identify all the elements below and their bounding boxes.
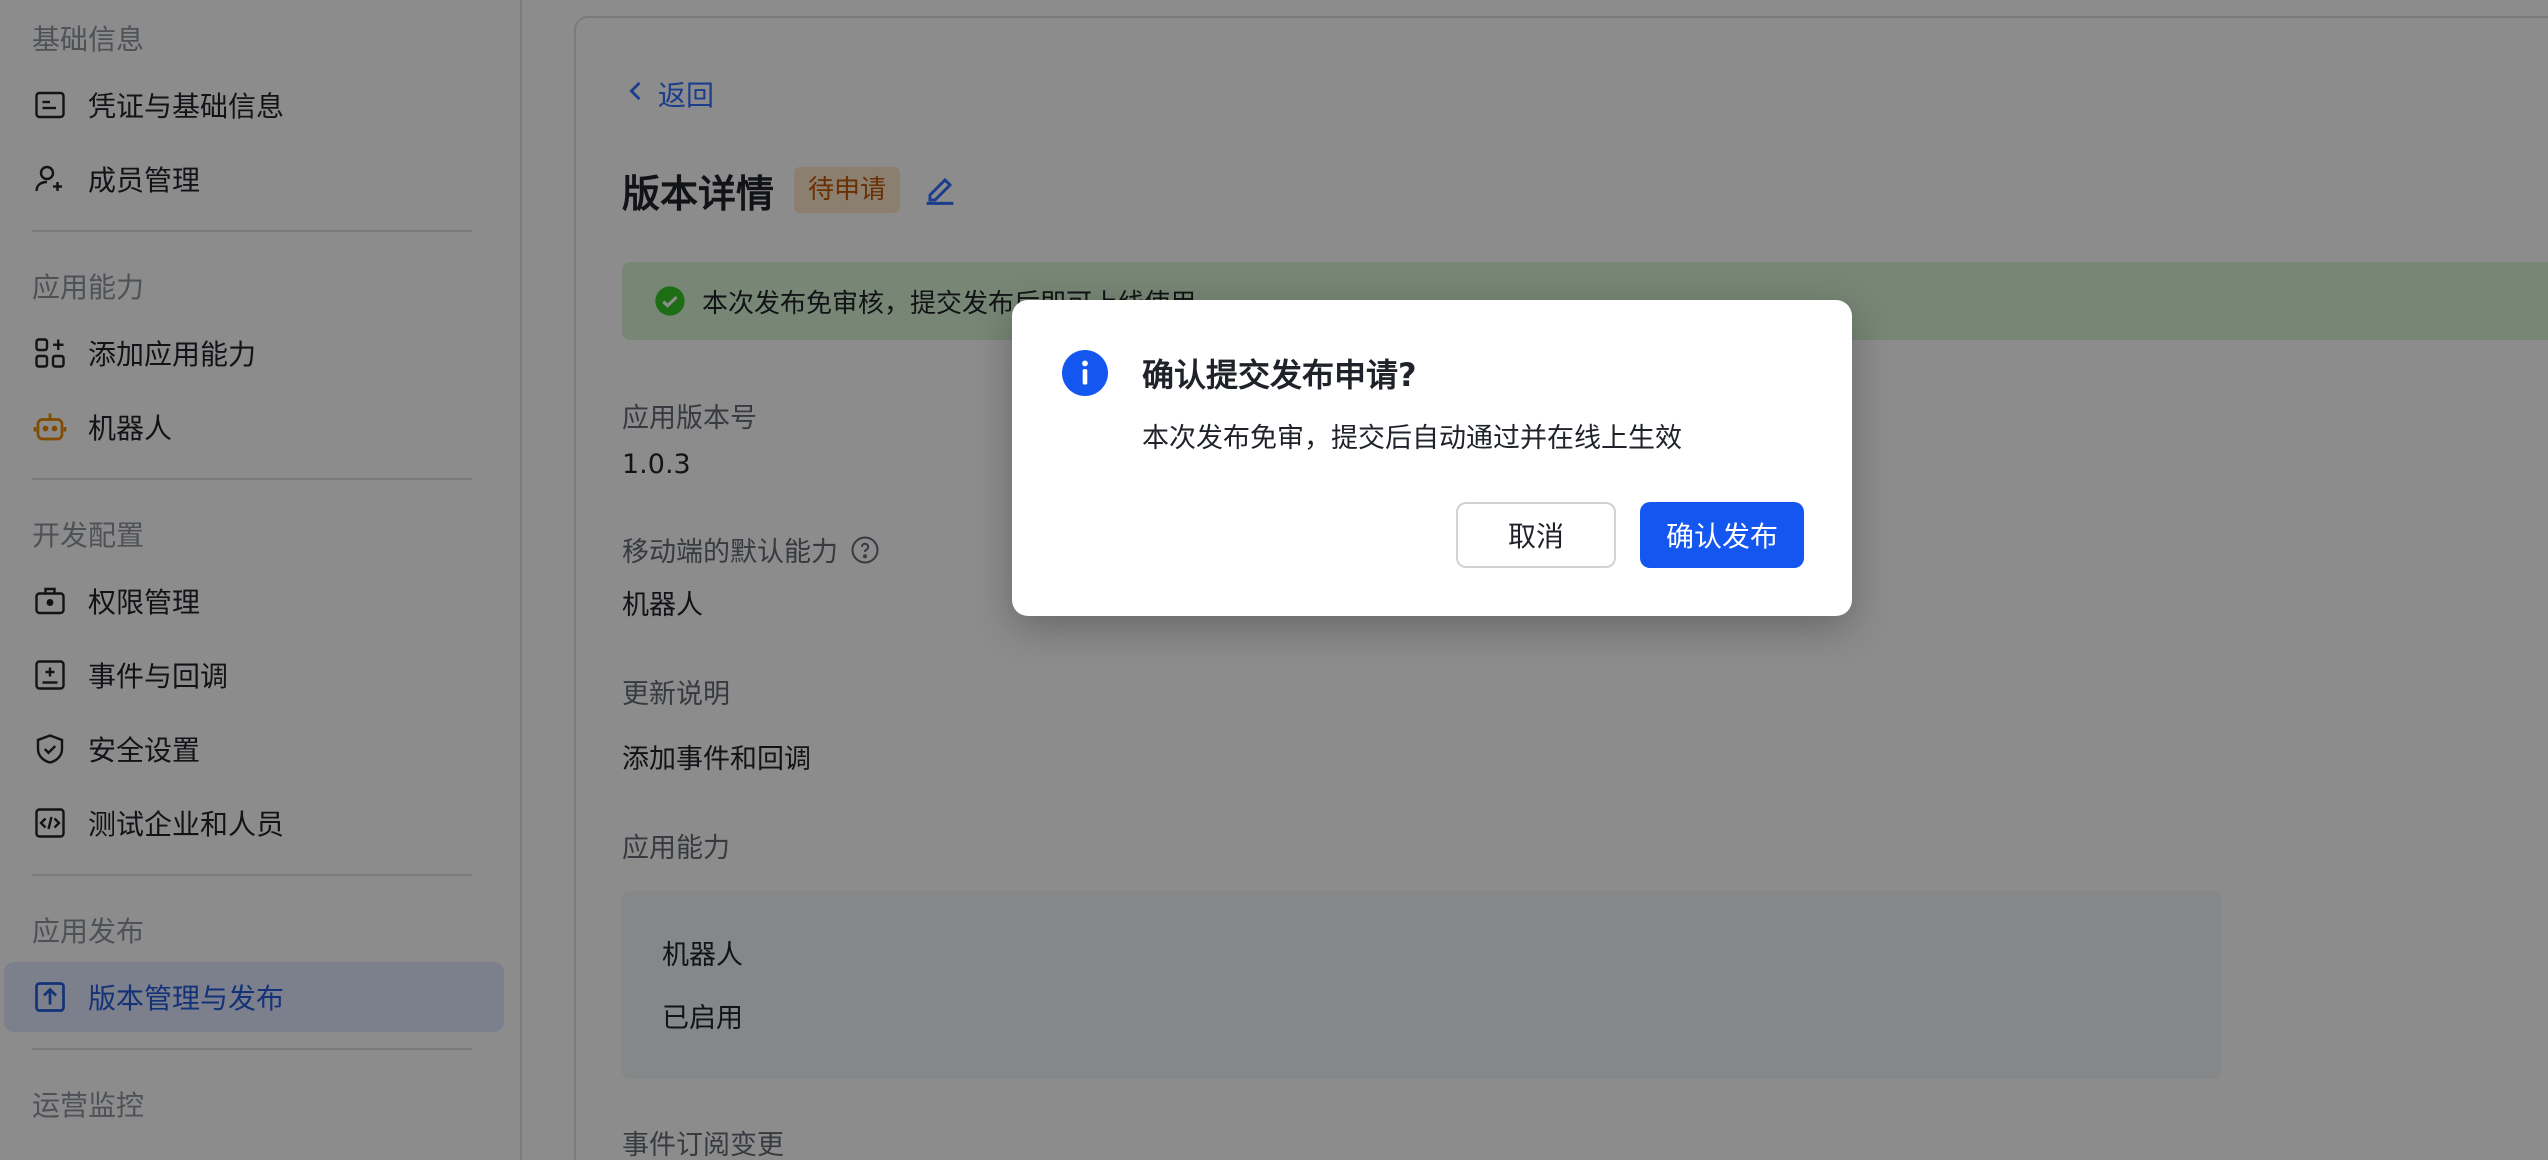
app-root: 基础信息 凭证与基础信息 成员管理 应用能力 添加应用能力 机器人 开发配置 权… <box>0 0 2548 1160</box>
dialog-title: 确认提交发布申请? <box>1142 356 1417 394</box>
cancel-button[interactable]: 取消 <box>1456 502 1616 568</box>
dialog-footer: 取消 确认发布 <box>1456 502 1804 568</box>
dialog-header: 确认提交发布申请? <box>1062 350 1804 396</box>
confirm-publish-button[interactable]: 确认发布 <box>1640 502 1804 568</box>
dialog-body: 本次发布免审，提交后自动通过并在线上生效 <box>1142 423 1682 454</box>
info-icon <box>1062 350 1108 396</box>
confirm-dialog: 确认提交发布申请? 本次发布免审，提交后自动通过并在线上生效 取消 确认发布 <box>1012 300 1852 616</box>
